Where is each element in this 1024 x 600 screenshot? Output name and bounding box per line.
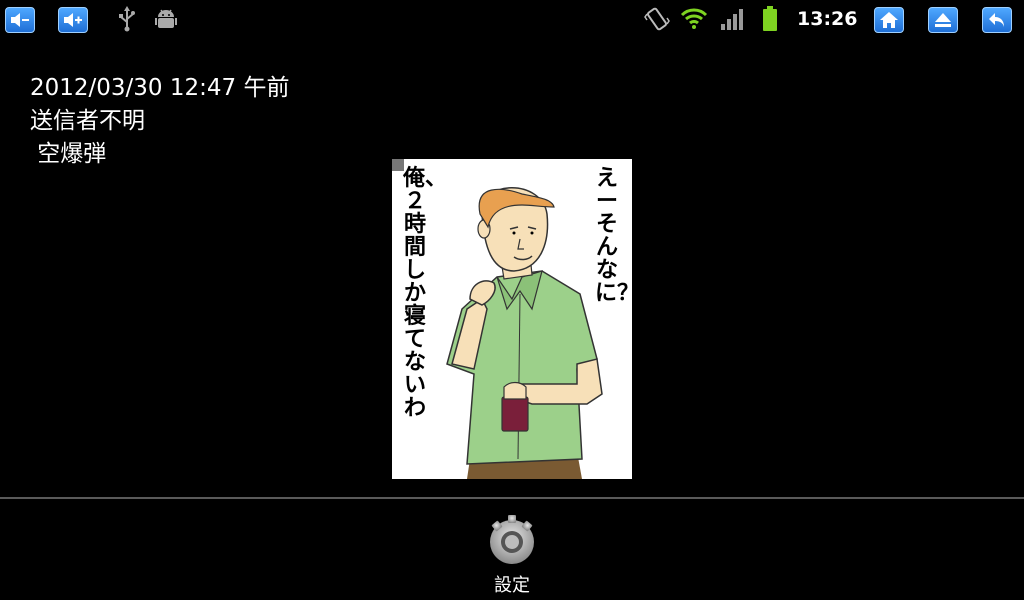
volume-up-button[interactable] [58,7,88,33]
comic-caption-right: えーそんなに？ [595,166,632,306]
back-button[interactable] [982,7,1012,33]
settings-button[interactable]: 設定 [472,513,552,599]
menu-icon [935,13,951,27]
volume-up-icon [64,13,82,27]
settings-label: 設定 [494,575,530,596]
usb-icon [117,6,137,32]
gear-icon [490,515,534,564]
message-subject: 空爆弾 [30,141,107,167]
comic-caption-left: 俺、２時間しか寝てないわ [403,166,448,421]
signal-icon [720,7,746,31]
volume-down-icon [11,13,29,27]
home-icon [880,12,898,28]
message-content: 2012/03/30 12:47 午前 送信者不明 空爆弾 [30,72,289,171]
status-time: 13:26 [797,8,858,30]
home-button[interactable] [874,7,904,33]
volume-down-button[interactable] [5,7,35,33]
bottom-bar: 設定 [0,499,1024,600]
comic-image[interactable]: えーそんなに？ 俺、２時間しか寝てないわ [392,159,632,479]
status-bar: 13:26 [0,0,1024,40]
message-datetime: 2012/03/30 12:47 午前 [30,75,290,101]
wifi-icon [680,6,708,30]
android-debug-icon [154,7,178,31]
menu-button[interactable] [928,7,958,33]
back-icon [989,13,1004,27]
vibrate-icon [644,6,670,32]
battery-icon [762,6,778,32]
message-sender: 送信者不明 [30,108,145,134]
